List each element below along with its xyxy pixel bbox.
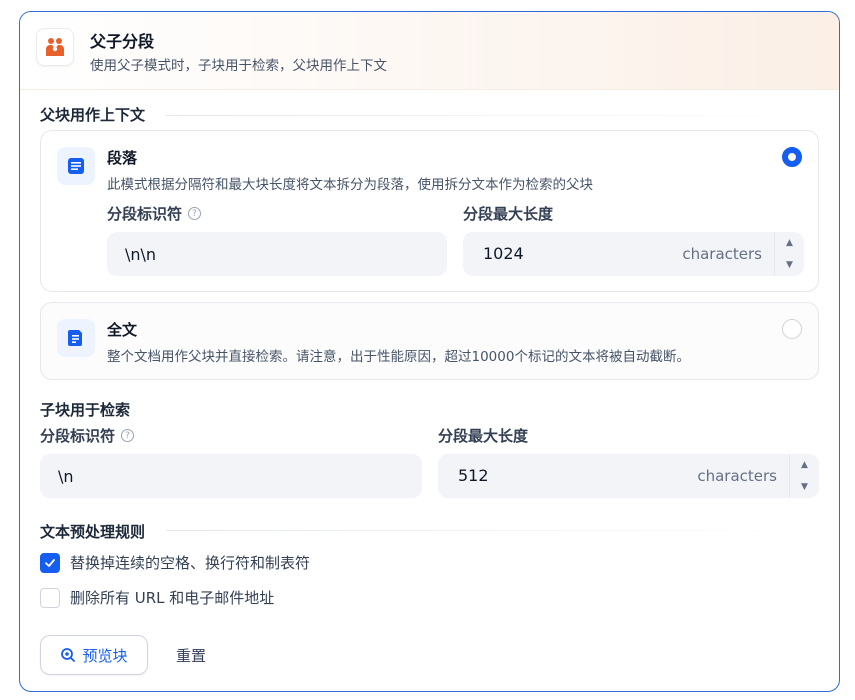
parent-child-chunk-card: 父子分段 使用父子模式时，子块用于检索，父块用作上下文 父块用作上下文 段落 此… xyxy=(19,11,840,692)
chevron-down-icon[interactable]: ▼ xyxy=(775,254,804,276)
chevron-up-icon[interactable]: ▲ xyxy=(790,454,819,476)
option-description: 此模式根据分隔符和最大块长度将文本拆分为段落，使用拆分文本作为检索的父块 xyxy=(107,177,593,193)
parent-delimiter-label: 分段标识符 ? xyxy=(107,203,202,224)
option-title: 全文 xyxy=(107,321,138,339)
delimiter-label-text: 分段标识符 xyxy=(107,205,183,223)
preview-label: 预览块 xyxy=(82,646,128,665)
parent-max-length-label: 分段最大长度 xyxy=(463,205,554,223)
check-icon xyxy=(45,558,55,567)
preview-chunks-button[interactable]: 预览块 xyxy=(40,635,148,675)
card-title: 父子分段 xyxy=(90,32,155,51)
parent-child-icon xyxy=(36,28,74,66)
option-full-doc[interactable]: 全文 整个文档用作父块并直接检索。请注意，出于性能原因，超过10000个标记的文… xyxy=(40,302,819,380)
paragraph-icon xyxy=(57,147,95,185)
card-description: 使用父子模式时，子块用于检索，父块用作上下文 xyxy=(90,58,387,74)
option-title: 段落 xyxy=(107,149,138,167)
help-icon[interactable]: ? xyxy=(121,429,135,442)
chevron-up-icon[interactable]: ▲ xyxy=(775,232,804,254)
parent-max-length-stepper[interactable]: ▲ ▼ xyxy=(774,232,804,276)
child-section-title: 子块用于检索 xyxy=(40,401,131,419)
rule-checkbox[interactable] xyxy=(40,587,60,608)
search-icon xyxy=(61,648,76,662)
child-delimiter-label: 分段标识符 ? xyxy=(40,425,135,446)
option-paragraph[interactable]: 段落 此模式根据分隔符和最大块长度将文本拆分为段落，使用拆分文本作为检索的父块 … xyxy=(40,130,819,292)
help-icon[interactable]: ? xyxy=(188,207,202,220)
parent-max-length-unit: characters xyxy=(682,245,762,263)
paragraph-radio[interactable] xyxy=(782,147,802,167)
child-max-length-stepper[interactable]: ▲ ▼ xyxy=(789,454,819,498)
parent-max-length-value: 1024 xyxy=(483,244,524,263)
child-max-length-input[interactable]: 512 characters ▲ ▼ xyxy=(438,454,819,498)
parent-max-length-input[interactable]: 1024 characters ▲ ▼ xyxy=(463,232,804,276)
section-divider xyxy=(166,530,821,531)
rule-checkbox[interactable] xyxy=(40,552,60,573)
rule-replace-whitespace[interactable]: 替换掉连续的空格、换行符和制表符 xyxy=(40,552,310,573)
rule-remove-urls[interactable]: 删除所有 URL 和电子邮件地址 xyxy=(40,587,274,608)
reset-button[interactable]: 重置 xyxy=(176,645,206,666)
child-delimiter-input[interactable] xyxy=(40,454,422,498)
delimiter-label-text: 分段标识符 xyxy=(40,427,116,445)
full-doc-icon xyxy=(57,319,95,357)
chevron-down-icon[interactable]: ▼ xyxy=(790,476,819,498)
rule-label: 替换掉连续的空格、换行符和制表符 xyxy=(70,554,311,572)
option-description: 整个文档用作父块并直接检索。请注意，出于性能原因，超过10000个标记的文本将被… xyxy=(107,349,690,365)
child-max-length-value: 512 xyxy=(458,466,489,485)
child-max-length-label: 分段最大长度 xyxy=(438,427,529,445)
child-max-length-unit: characters xyxy=(697,467,777,485)
card-header: 父子分段 使用父子模式时，子块用于检索，父块用作上下文 xyxy=(20,12,839,90)
parent-delimiter-input[interactable] xyxy=(107,232,447,276)
parent-section-title: 父块用作上下文 xyxy=(40,106,146,124)
preprocess-section-title: 文本预处理规则 xyxy=(40,523,146,541)
section-divider xyxy=(166,115,821,116)
rule-label: 删除所有 URL 和电子邮件地址 xyxy=(70,589,275,607)
full-doc-radio[interactable] xyxy=(782,319,802,339)
